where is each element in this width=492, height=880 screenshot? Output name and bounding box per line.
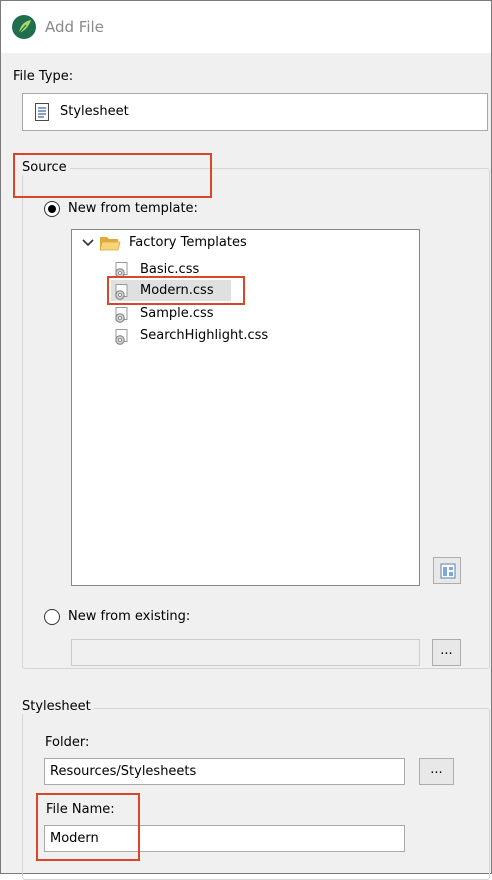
css-file-icon — [115, 329, 128, 345]
app-logo-icon — [12, 15, 36, 39]
highlight-filename-box — [36, 793, 140, 861]
new-from-template-label[interactable]: New from template: — [68, 201, 198, 216]
tree-folder-factory-templates[interactable]: Factory Templates — [129, 235, 247, 255]
folder-value: Resources/Stylesheets — [50, 764, 197, 779]
folder-field[interactable]: Resources/Stylesheets — [44, 758, 405, 785]
new-from-template-radio[interactable] — [44, 201, 60, 217]
file-type-field[interactable]: Stylesheet — [22, 93, 488, 131]
window-title: Add File — [45, 18, 104, 36]
browse-folder-button[interactable]: ... — [419, 758, 454, 785]
highlight-modern-box — [107, 276, 245, 305]
tree-item-searchhighlight[interactable]: SearchHighlight.css — [140, 328, 268, 348]
highlight-source-box — [13, 153, 212, 198]
title-bar: Add File — [1, 1, 491, 53]
file-type-label: File Type: — [13, 69, 74, 84]
existing-file-field[interactable] — [71, 639, 420, 666]
radio-selected-dot — [48, 205, 56, 213]
folder-open-icon — [99, 237, 121, 251]
tree-item-sample[interactable]: Sample.css — [140, 306, 214, 326]
template-options-button[interactable] — [433, 557, 461, 584]
new-from-existing-label[interactable]: New from existing: — [68, 609, 190, 624]
layout-icon — [440, 563, 456, 579]
css-file-icon — [115, 307, 128, 323]
document-icon — [35, 103, 49, 121]
add-file-dialog: Add File File Type: Stylesheet Source Ne… — [0, 0, 492, 880]
file-type-value: Stylesheet — [60, 104, 129, 119]
folder-label: Folder: — [45, 735, 90, 750]
chevron-down-icon[interactable] — [82, 238, 94, 248]
new-from-existing-radio[interactable] — [44, 609, 60, 625]
browse-existing-button[interactable]: ... — [432, 639, 461, 666]
stylesheet-group-title: Stylesheet — [19, 699, 94, 714]
